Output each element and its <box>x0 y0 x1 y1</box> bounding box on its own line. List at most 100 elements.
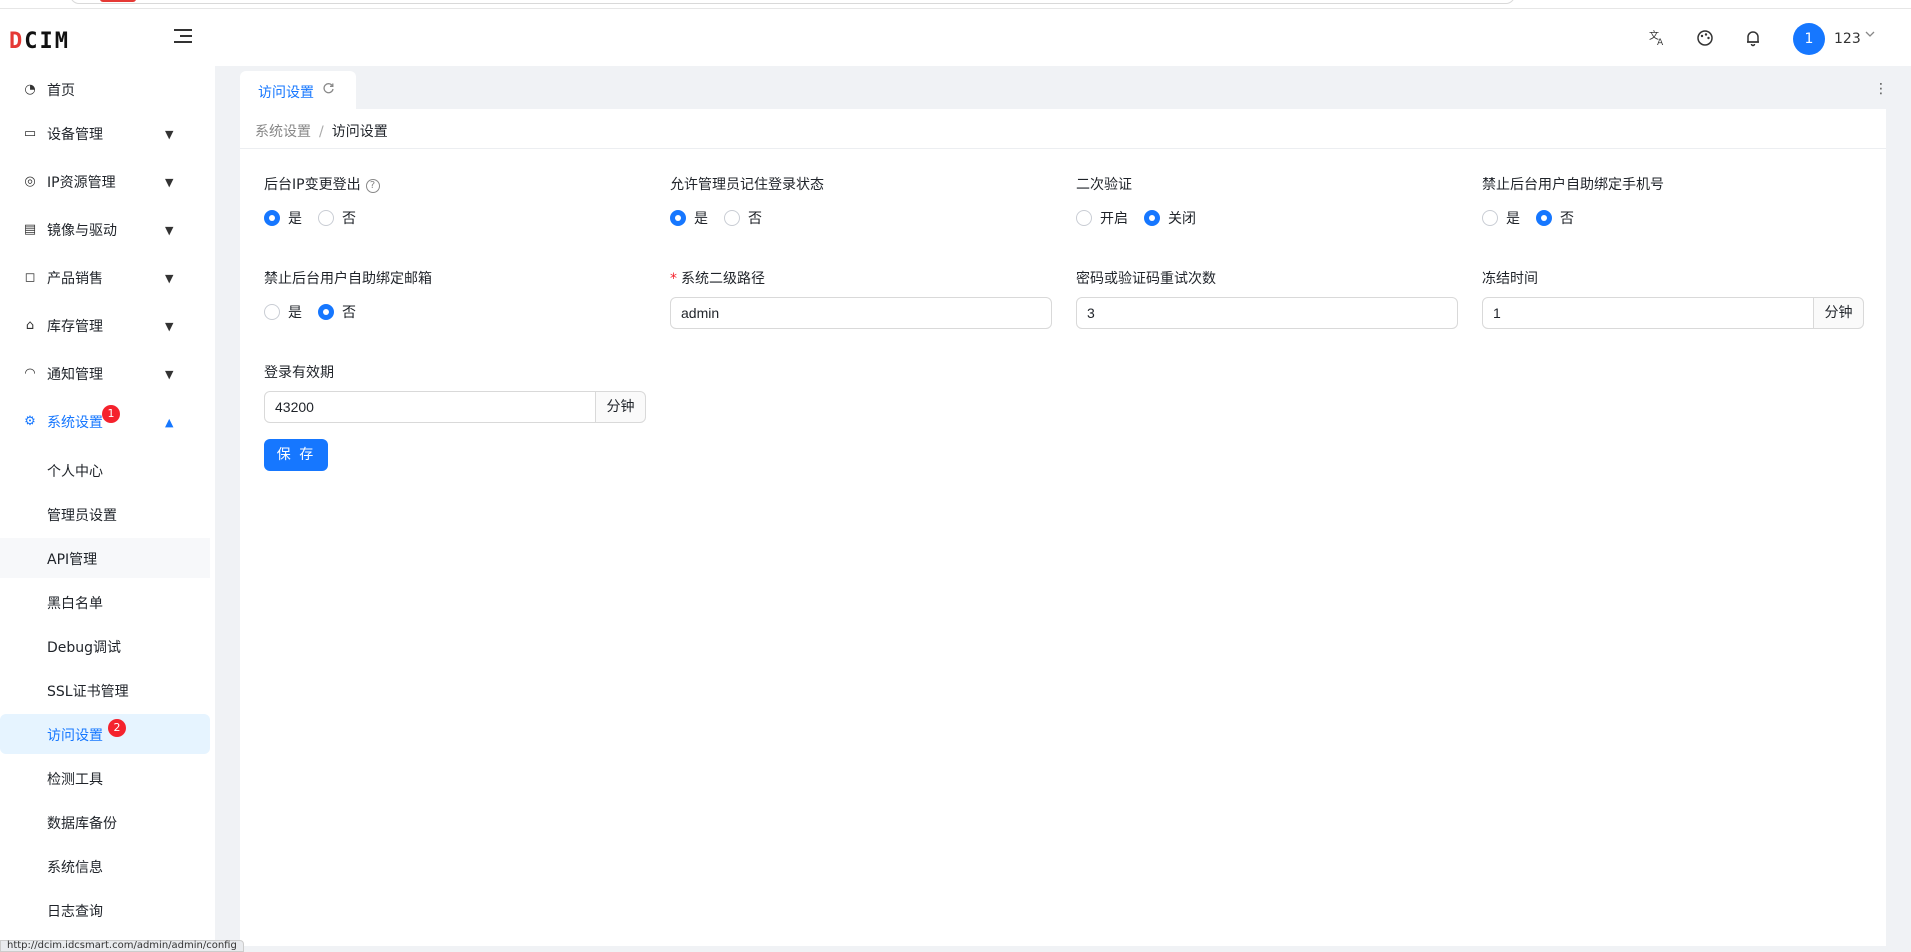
translate-icon[interactable]: 文A <box>1646 29 1668 51</box>
sidebar-subitem-ssl[interactable]: SSL证书管理 <box>0 670 210 710</box>
admin-path-label: * 系统二级路径 <box>670 271 765 287</box>
sidebar-subitem-label: 访问设置 <box>47 728 103 744</box>
remember-login-yes-radio[interactable]: 是 <box>670 208 708 228</box>
user-avatar[interactable]: 1 <box>1793 23 1825 55</box>
sidebar-subitem-label: 管理员设置 <box>47 508 117 524</box>
two-factor-off-radio[interactable]: 关闭 <box>1144 208 1196 228</box>
sidebar-item-label: 设备管理 <box>47 127 103 143</box>
header-divider <box>240 148 1886 149</box>
app-header: DCIM 文A 1 123 <box>0 9 1911 66</box>
browser-top-bar <box>0 0 1911 9</box>
remember-login-label: 允许管理员记住登录状态 <box>670 177 824 193</box>
sidebar-item-notifications[interactable]: ◠ 通知管理 ▼ <box>0 354 210 394</box>
sidebar-subitem-system-info[interactable]: 系统信息 <box>0 846 210 886</box>
sidebar-subitem-label: 个人中心 <box>47 464 103 480</box>
sidebar-item-devices[interactable]: ▭ 设备管理 ▼ <box>0 114 210 154</box>
main-content: 访问设置 ⋮ 系统设置 / 访问设置 后台IP变更登出? 是 否 允许管理员记住登录… <box>240 71 1888 946</box>
sidebar-item-label: 系统设置 <box>47 415 103 431</box>
app-logo[interactable]: DCIM <box>9 29 70 54</box>
sidebar-item-label: 库存管理 <box>47 319 103 335</box>
ip-logout-label: 后台IP变更登出? <box>264 174 380 194</box>
sidebar-subitem-admin-settings[interactable]: 管理员设置 <box>0 494 210 534</box>
caret-down-icon: ▼ <box>165 271 174 285</box>
help-icon[interactable]: ? <box>365 179 380 193</box>
refresh-icon[interactable] <box>322 82 335 99</box>
sidebar: ◔ 首页 ▭ 设备管理 ▼ ◎ IP资源管理 ▼ ▤ 镜像与驱动 ▼ ◻ 产品销… <box>0 66 215 946</box>
user-name[interactable]: 123 <box>1834 31 1861 47</box>
caret-down-icon: ▼ <box>165 367 174 381</box>
menu-collapse-button[interactable] <box>172 29 194 49</box>
sidebar-subitem-label: SSL证书管理 <box>47 684 129 700</box>
login-validity-label: 登录有效期 <box>264 365 334 381</box>
caret-down-icon: ▼ <box>165 175 174 189</box>
tab-access-settings[interactable]: 访问设置 <box>240 71 356 109</box>
sidebar-subitem-access-settings[interactable]: 访问设置 2 <box>0 714 210 754</box>
sidebar-item-label: 镜像与驱动 <box>47 223 117 239</box>
notification-bell-icon[interactable] <box>1742 29 1764 51</box>
bind-phone-yes-radio[interactable]: 是 <box>1482 208 1520 228</box>
breadcrumb-separator: / <box>319 124 324 140</box>
breadcrumb: 系统设置 / 访问设置 <box>255 121 388 141</box>
notification-badge: 1 <box>102 405 120 423</box>
save-button[interactable]: 保 存 <box>264 439 328 471</box>
warehouse-icon: ⌂ <box>25 318 35 333</box>
two-factor-label: 二次验证 <box>1076 177 1132 193</box>
sidebar-subitem-blacklist[interactable]: 黑白名单 <box>0 582 210 622</box>
notification-badge: 2 <box>108 719 126 737</box>
sidebar-subitem-debug[interactable]: Debug调试 <box>0 626 210 666</box>
sidebar-item-images-drivers[interactable]: ▤ 镜像与驱动 ▼ <box>0 210 210 250</box>
ip-logout-no-radio[interactable]: 否 <box>318 208 356 228</box>
sidebar-item-label: 首页 <box>47 83 75 99</box>
sidebar-item-system-settings[interactable]: ⚙ 系统设置 1 ▲ <box>0 402 210 442</box>
gear-icon: ⚙ <box>24 414 36 429</box>
more-vertical-icon[interactable]: ⋮ <box>1874 81 1888 97</box>
bag-icon: ◻ <box>24 270 36 285</box>
bind-email-label: 禁止后台用户自助绑定邮箱 <box>264 271 432 287</box>
sidebar-subitem-label: 系统信息 <box>47 860 103 876</box>
sidebar-subitem-profile[interactable]: 个人中心 <box>0 450 210 490</box>
sidebar-item-inventory[interactable]: ⌂ 库存管理 ▼ <box>0 306 210 346</box>
sidebar-subitem-label: 黑白名单 <box>47 596 103 612</box>
tab-label: 访问设置 <box>258 85 314 101</box>
sidebar-subitem-diagnostics[interactable]: 检测工具 <box>0 758 210 798</box>
sidebar-subitem-api[interactable]: API管理 <box>0 538 210 578</box>
sidebar-subitem-db-backup[interactable]: 数据库备份 <box>0 802 210 842</box>
retry-count-input[interactable]: 3 <box>1076 297 1458 329</box>
sidebar-item-ip-resources[interactable]: ◎ IP资源管理 ▼ <box>0 162 210 202</box>
admin-path-input[interactable]: admin <box>670 297 1052 329</box>
sidebar-subitem-logs[interactable]: 日志查询 <box>0 890 210 930</box>
caret-up-icon: ▲ <box>165 415 174 429</box>
bind-phone-no-radio[interactable]: 否 <box>1536 208 1574 228</box>
browser-tab-indicator <box>100 0 136 2</box>
svg-text:A: A <box>1657 38 1664 47</box>
freeze-time-label: 冻结时间 <box>1482 271 1538 287</box>
two-factor-on-radio[interactable]: 开启 <box>1076 208 1128 228</box>
two-factor-radio-group: 开启 关闭 <box>1076 208 1212 228</box>
sidebar-item-home[interactable]: ◔ 首页 <box>0 70 210 110</box>
image-icon: ▤ <box>23 222 37 237</box>
caret-down-icon: ▼ <box>165 223 174 237</box>
remember-login-radio-group: 是 否 <box>670 208 778 228</box>
breadcrumb-parent[interactable]: 系统设置 <box>255 124 311 140</box>
remember-login-no-radio[interactable]: 否 <box>724 208 762 228</box>
freeze-time-input[interactable]: 1 <box>1482 297 1814 329</box>
chevron-down-icon[interactable] <box>1864 28 1876 44</box>
sidebar-item-product-sales[interactable]: ◻ 产品销售 ▼ <box>0 258 210 298</box>
bind-email-yes-radio[interactable]: 是 <box>264 302 302 322</box>
link-preview-statusbar: http://dcim.idcsmart.com/admin/admin/con… <box>0 940 244 952</box>
browser-url-bar[interactable] <box>70 0 1515 4</box>
freeze-time-unit: 分钟 <box>1813 297 1864 329</box>
login-validity-input[interactable]: 43200 <box>264 391 596 423</box>
ip-logout-radio-group: 是 否 <box>264 208 372 228</box>
monitor-icon: ▭ <box>23 126 37 141</box>
theme-palette-icon[interactable] <box>1694 29 1716 51</box>
sidebar-subitem-label: API管理 <box>47 552 98 568</box>
ip-logout-yes-radio[interactable]: 是 <box>264 208 302 228</box>
bell-icon: ◠ <box>24 366 36 381</box>
sidebar-subitem-label: 日志查询 <box>47 904 103 920</box>
bind-email-no-radio[interactable]: 否 <box>318 302 356 322</box>
tab-bar: 访问设置 ⋮ <box>240 71 1888 109</box>
caret-down-icon: ▼ <box>165 127 174 141</box>
sidebar-item-label: 通知管理 <box>47 367 103 383</box>
sidebar-item-label: 产品销售 <box>47 271 103 287</box>
